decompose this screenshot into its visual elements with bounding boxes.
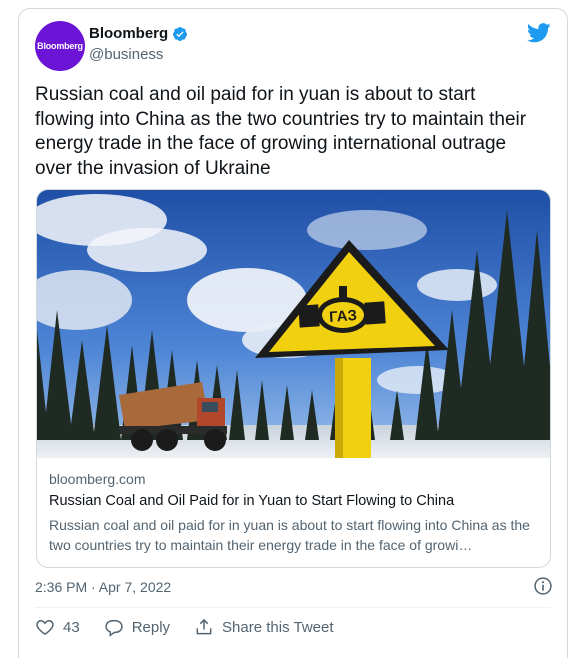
share-icon [196, 618, 212, 635]
link-title[interactable]: Russian Coal and Oil Paid for in Yuan to… [49, 493, 538, 509]
reply-label[interactable]: Reply [132, 619, 170, 636]
sign-text: ГАЗ [329, 307, 358, 326]
like-button[interactable]: 43 [35, 617, 80, 637]
tweet-text: Russian coal and oil paid for in yuan is… [35, 84, 527, 179]
heart-icon [36, 619, 54, 635]
tweet-timestamp[interactable]: 2:36 PM · Apr 7, 2022 [35, 579, 171, 595]
verified-badge-icon [173, 26, 188, 41]
twitter-bird-icon[interactable] [527, 23, 551, 43]
link-description[interactable]: Russian coal and oil paid for in yuan is… [49, 515, 538, 555]
reply-bubble-icon [105, 620, 123, 637]
link-preview-card[interactable]: ГАЗ bloomberg.com Russian Coal and Oil P… [36, 189, 551, 568]
author-handle[interactable]: @business [89, 46, 163, 63]
avatar-logo-text: Bloomberg [37, 41, 83, 51]
tweet-actions: 43 Reply Share this Tweet [35, 617, 358, 637]
divider [35, 607, 551, 608]
author-name[interactable]: Bloomberg [89, 25, 168, 42]
link-domain[interactable]: bloomberg.com [49, 471, 538, 487]
info-icon[interactable] [533, 576, 553, 596]
avatar[interactable]: Bloomberg [35, 21, 85, 71]
share-button[interactable]: Share this Tweet [194, 617, 334, 637]
like-count[interactable]: 43 [63, 619, 80, 636]
link-card-info[interactable]: bloomberg.com Russian Coal and Oil Paid … [37, 458, 550, 555]
tweet-card: Bloomberg Bloomberg @business Russian co… [18, 8, 568, 658]
share-label[interactable]: Share this Tweet [222, 619, 333, 636]
article-photo[interactable]: ГАЗ [37, 190, 551, 458]
reply-button[interactable]: Reply [104, 617, 170, 637]
author-name-row[interactable]: Bloomberg [89, 25, 188, 42]
